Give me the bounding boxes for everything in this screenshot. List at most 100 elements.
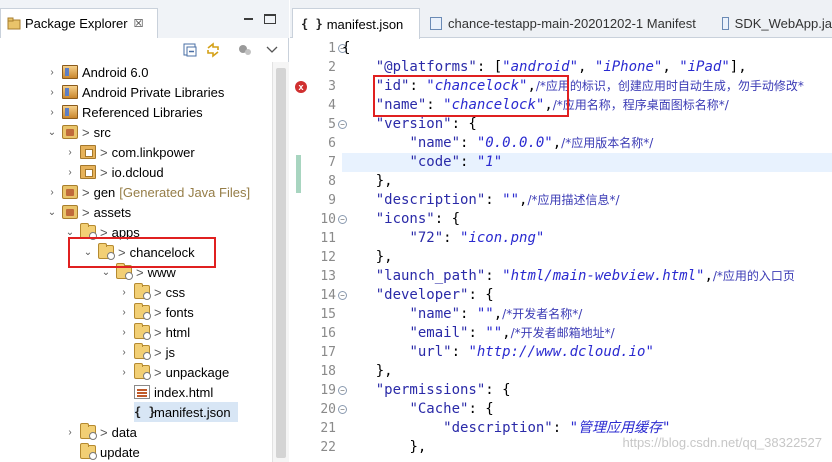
tab-package-explorer[interactable]: Package Explorer ☒ xyxy=(0,8,158,38)
json-file-icon: { } xyxy=(301,17,323,31)
expand-arrow-icon[interactable]: › xyxy=(118,367,130,378)
tree-item-label: manifest.json xyxy=(154,404,231,420)
expand-arrow-icon[interactable]: › xyxy=(118,307,130,318)
tree-item-io-dcloud[interactable]: › > io.dcloud xyxy=(64,162,163,182)
expand-arrow-icon[interactable]: › xyxy=(46,107,58,118)
tab-sdk-webapp[interactable]: SDK_WebApp.ja xyxy=(714,8,832,38)
collapse-arrow-icon[interactable]: ⌄ xyxy=(46,127,58,138)
tree-item-label: unpackage xyxy=(165,364,230,380)
folder-icon xyxy=(134,363,151,380)
tree-item-unpackage[interactable]: › > unpackage xyxy=(118,362,229,382)
outgoing-change-marker: > xyxy=(154,364,162,380)
tree-item-label: data xyxy=(111,424,137,440)
tab-label: manifest.json xyxy=(326,16,404,32)
code-area[interactable]: { "@platforms": ["android", "iPhone", "i… xyxy=(342,38,832,462)
tree-item-html[interactable]: › > html xyxy=(118,322,190,342)
folder-icon xyxy=(134,283,151,300)
line-number: 10 xyxy=(320,212,336,227)
line-number-gutter: 1 2 3 4 5 6 7 8 9 10 11 12 13 14 15 16 1… xyxy=(308,38,347,462)
expand-arrow-icon[interactable]: › xyxy=(118,327,130,338)
expand-arrow-icon[interactable]: › xyxy=(46,187,58,198)
expand-arrow-icon[interactable]: › xyxy=(64,427,76,438)
tree-item-gen[interactable]: › > gen [Generated Java Files] xyxy=(46,182,250,202)
tree-item-label: html xyxy=(165,324,191,340)
tree-item-css[interactable]: › > css xyxy=(118,282,185,302)
tree-item-label: js xyxy=(165,344,175,360)
tree-item-assets[interactable]: ⌄ > assets xyxy=(46,202,131,222)
code-line-8: }, xyxy=(375,173,393,189)
expand-arrow-icon[interactable]: › xyxy=(46,87,58,98)
outgoing-change-marker: > xyxy=(100,144,108,160)
line-number: 14 xyxy=(320,288,336,303)
line-number: 7 xyxy=(328,155,336,170)
source-folder-icon xyxy=(62,125,78,139)
tree-item-referenced-libraries[interactable]: › Referenced Libraries xyxy=(46,102,202,122)
tab-android-manifest[interactable]: chance-testapp-main-20201202-1 Manifest xyxy=(422,8,712,38)
explorer-scrollbar[interactable] xyxy=(272,62,289,462)
code-line-1: { xyxy=(342,40,351,56)
code-line-9: "description": "",/*应用描述信息*/ xyxy=(375,192,620,208)
code-line-6: "name": "0.0.0.0",/*应用版本名称*/ xyxy=(409,135,654,151)
link-with-editor-icon[interactable] xyxy=(205,42,221,58)
tab-label: SDK_WebApp.ja xyxy=(734,15,832,31)
tree-item-android-private-libraries[interactable]: › Android Private Libraries xyxy=(46,82,224,102)
tree-item-src[interactable]: ⌄ > src xyxy=(46,122,111,142)
line-number: 4 xyxy=(328,98,336,113)
error-icon[interactable]: x xyxy=(295,81,307,93)
folder-icon xyxy=(134,343,151,360)
collapse-arrow-icon[interactable]: ⌄ xyxy=(46,207,58,218)
library-icon xyxy=(62,105,78,119)
tree-item-data[interactable]: › > data xyxy=(64,422,137,442)
tree-item-android-6[interactable]: › Android 6.0 xyxy=(46,62,148,82)
code-line-5: "version": { xyxy=(375,116,477,132)
view-menu-chevron-down-icon[interactable] xyxy=(264,42,280,58)
tree-item-fonts[interactable]: › > fonts xyxy=(118,302,194,322)
folder-icon xyxy=(134,323,151,340)
tree-item-index-html[interactable]: index.html xyxy=(134,382,213,402)
tree-item-label: Android Private Libraries xyxy=(82,84,225,100)
explorer-scrollbar-thumb[interactable] xyxy=(276,68,286,458)
expand-arrow-icon[interactable]: › xyxy=(118,287,130,298)
tree-item-js[interactable]: › > js xyxy=(118,342,175,362)
collapse-arrow-icon[interactable]: ⌄ xyxy=(64,227,76,238)
code-line-21: "description": "管理应用缓存" xyxy=(443,420,671,436)
focus-active-task-icon[interactable] xyxy=(237,42,253,58)
expand-arrow-icon[interactable]: › xyxy=(64,147,76,158)
code-line-17: "url": "http://www.dcloud.io" xyxy=(409,344,654,360)
package-icon xyxy=(80,145,96,159)
tree-item-com-linkpower[interactable]: › > com.linkpower xyxy=(64,142,195,162)
explorer-toolbar xyxy=(0,38,289,62)
code-line-13: "launch_path": "html/main-webview.html",… xyxy=(375,268,795,284)
watermark: https://blog.csdn.net/qq_38322527 xyxy=(622,435,823,450)
code-line-7-current: "code": "1" xyxy=(342,153,832,172)
tab-label: chance-testapp-main-20201202-1 Manifest xyxy=(448,15,696,31)
collapse-all-icon[interactable] xyxy=(182,42,198,58)
tree-item-label: assets xyxy=(93,204,132,220)
outgoing-change-marker: > xyxy=(82,124,90,140)
tree-item-manifest-json[interactable]: { } manifest.json xyxy=(134,402,238,422)
expand-arrow-icon[interactable]: › xyxy=(118,347,130,358)
line-number: 5 xyxy=(328,117,336,132)
collapse-arrow-icon[interactable]: ⌄ xyxy=(100,267,112,278)
code-line-15: "name": "",/*开发者名称*/ xyxy=(409,306,583,322)
tree-item-label: css xyxy=(165,284,186,300)
source-folder-icon xyxy=(62,205,78,219)
outgoing-change-marker: > xyxy=(100,424,108,440)
close-icon[interactable]: ☒ xyxy=(134,17,144,30)
tree-item-update[interactable]: update xyxy=(80,442,140,462)
tree-item-label: com.linkpower xyxy=(111,144,195,160)
expand-arrow-icon[interactable]: › xyxy=(46,67,58,78)
tree-item-label: fonts xyxy=(165,304,194,320)
line-number: 16 xyxy=(320,326,336,341)
tab-manifest-json[interactable]: { } manifest.json xyxy=(292,8,420,39)
source-folder-icon xyxy=(62,185,78,199)
expand-arrow-icon[interactable]: › xyxy=(64,167,76,178)
line-number: 2 xyxy=(328,60,336,75)
code-line-22: }, xyxy=(409,439,427,455)
minimize-view-button[interactable] xyxy=(243,14,255,24)
tab-package-explorer-label: Package Explorer xyxy=(25,16,128,31)
maximize-view-button[interactable] xyxy=(264,14,276,24)
line-number: 1 xyxy=(328,41,336,56)
folder-icon xyxy=(80,423,97,440)
tree-item-label: update xyxy=(100,444,140,460)
